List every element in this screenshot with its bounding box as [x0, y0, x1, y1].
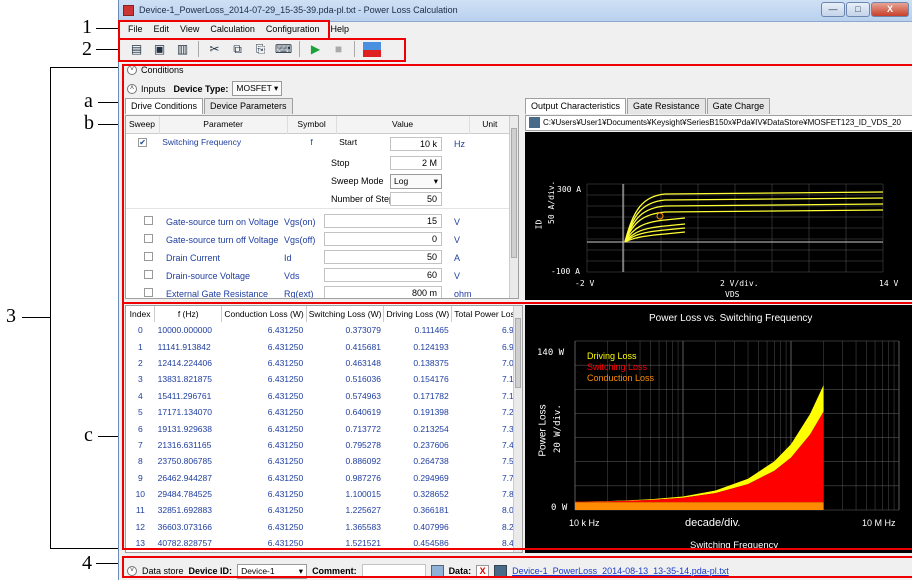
highlight-status	[122, 556, 912, 578]
table-cell: 1.695265	[306, 551, 384, 552]
annotation-b: b	[84, 112, 94, 134]
title-bar: Device-1_PowerLoss_2014-07-29_15-35-39.p…	[119, 0, 912, 22]
highlight-menu	[118, 20, 330, 40]
annotation-line	[98, 102, 120, 103]
close-button[interactable]: X	[871, 2, 909, 17]
minimize-button[interactable]: —	[821, 2, 845, 17]
annotation-bracket	[50, 67, 122, 549]
annotation-line	[96, 28, 120, 29]
annotation-1: 1	[82, 16, 92, 38]
annotation-2: 2	[82, 38, 92, 60]
table-cell: 8.63	[452, 551, 522, 552]
window-title: Device-1_PowerLoss_2014-07-29_15-35-39.p…	[139, 5, 458, 15]
app-icon	[123, 5, 134, 16]
table-cell: 45439.876424	[155, 551, 222, 552]
annotation-line	[96, 563, 120, 564]
annotation-c: c	[84, 424, 93, 446]
table-row[interactable]: 1445439.8764246.4312501.6952650.5064968.…	[126, 551, 522, 552]
table-cell: 6.431250	[222, 551, 306, 552]
annotation-line	[98, 436, 120, 437]
annotation-a: a	[84, 90, 93, 112]
highlight-upper	[122, 64, 912, 304]
menu-help[interactable]: Help	[330, 24, 349, 38]
annotation-line	[98, 124, 120, 125]
maximize-button[interactable]: □	[846, 2, 870, 17]
table-cell: 0.506496	[384, 551, 452, 552]
annotation-3: 3	[6, 305, 16, 327]
annotation-line	[96, 49, 120, 50]
annotation-line	[22, 317, 50, 318]
annotation-4: 4	[82, 552, 92, 574]
table-cell: 14	[126, 551, 155, 552]
highlight-toolbar	[118, 38, 406, 62]
